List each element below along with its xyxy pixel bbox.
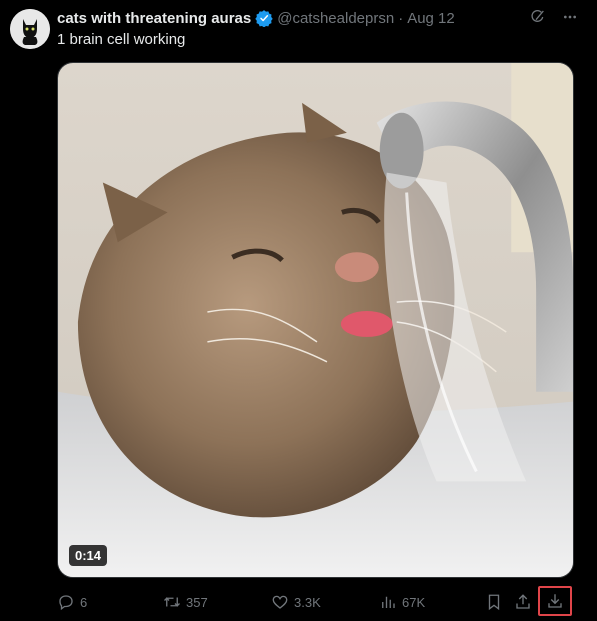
tweet-date[interactable]: Aug 12 xyxy=(407,10,455,27)
tweet-header: cats with threatening auras @catshealdep… xyxy=(57,8,597,28)
share-button[interactable] xyxy=(514,593,537,611)
grok-icon[interactable] xyxy=(529,8,547,26)
reply-button[interactable]: 6 xyxy=(57,593,87,611)
video-duration-badge: 0:14 xyxy=(69,545,108,566)
views-button[interactable]: 67K xyxy=(379,593,425,611)
tweet-actions-bar: 6 357 3.3K 67K xyxy=(57,586,592,616)
separator-dot: · xyxy=(398,9,404,27)
download-icon xyxy=(548,594,562,608)
like-button[interactable]: 3.3K xyxy=(271,593,321,611)
bookmark-button[interactable] xyxy=(485,593,508,611)
reply-count: 6 xyxy=(80,594,88,610)
cat-drinking-from-faucet-video-frame xyxy=(58,63,573,577)
more-icon[interactable] xyxy=(561,8,579,26)
avatar[interactable] xyxy=(10,9,50,49)
tweet-text: 1 brain cell working xyxy=(57,31,186,48)
video-player[interactable] xyxy=(57,62,574,578)
retweet-count: 357 xyxy=(186,594,208,610)
bookmark-icon xyxy=(488,594,500,611)
views-icon xyxy=(382,596,395,608)
retweet-button[interactable]: 357 xyxy=(163,593,208,611)
verified-badge-icon xyxy=(255,9,273,28)
like-icon xyxy=(272,595,288,609)
black-cat-avatar-image xyxy=(10,9,50,49)
share-icon xyxy=(516,594,530,609)
author-handle[interactable]: @catshealdeprsn xyxy=(277,10,394,27)
views-count: 67K xyxy=(402,594,426,610)
author-name[interactable]: cats with threatening auras xyxy=(57,10,251,27)
like-count: 3.3K xyxy=(294,594,321,610)
reply-icon xyxy=(59,595,73,611)
retweet-icon xyxy=(164,597,180,607)
tweet-card[interactable]: cats with threatening auras @catshealdep… xyxy=(0,0,597,621)
download-button[interactable] xyxy=(538,586,572,616)
tweet-top-actions xyxy=(529,8,579,26)
